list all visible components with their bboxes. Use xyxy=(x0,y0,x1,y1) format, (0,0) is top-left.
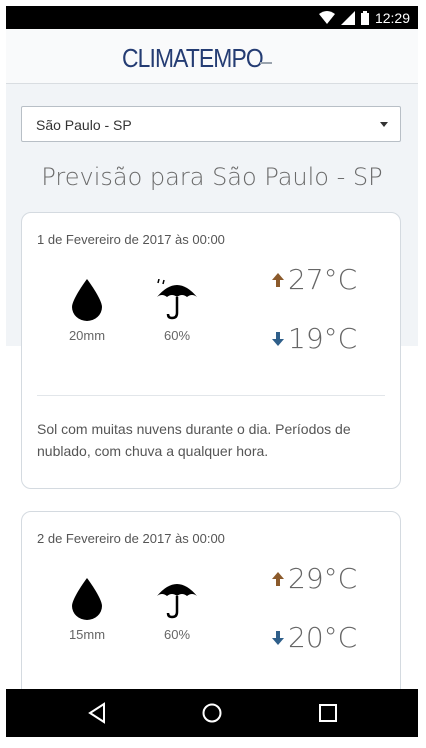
temp-max-value: 27°C xyxy=(288,263,358,296)
logo-accent xyxy=(260,62,272,64)
rain-probability-metric: 60% xyxy=(147,278,207,343)
status-bar: 12:29 xyxy=(6,6,418,29)
climatempo-logo[interactable]: CLIMATEMPO xyxy=(122,43,264,74)
forecast-date: 2 de Fevereiro de 2017 às 00:00 xyxy=(37,531,225,546)
wifi-icon xyxy=(318,10,335,24)
arrow-down-icon xyxy=(272,630,284,645)
forecast-card: 1 de Fevereiro de 2017 às 00:00 20mm 60%… xyxy=(21,212,401,489)
rain-metric: 15mm xyxy=(57,578,117,642)
home-icon[interactable] xyxy=(200,701,224,725)
raindrop-icon xyxy=(72,279,102,321)
signal-icon xyxy=(340,10,355,25)
temp-max: 29°C xyxy=(272,562,357,595)
page-title: Previsão para São Paulo - SP xyxy=(41,163,383,191)
temp-min: 20°C xyxy=(272,621,357,654)
umbrella-icon xyxy=(157,584,197,619)
umbrella-icon xyxy=(157,278,197,320)
rain-probability: 60% xyxy=(163,328,191,343)
status-time: 12:29 xyxy=(374,9,410,26)
caret-down-icon xyxy=(380,122,388,127)
battery-icon xyxy=(360,10,369,25)
rain-amount: 20mm xyxy=(68,328,106,343)
arrow-up-icon xyxy=(272,571,284,586)
temp-min: 19°C xyxy=(272,322,357,355)
forecast-date: 1 de Fevereiro de 2017 às 00:00 xyxy=(37,232,225,247)
temp-max-value: 29°C xyxy=(288,562,358,595)
forecast-description: Sol com muitas nuvens durante o dia. Per… xyxy=(37,421,351,459)
app-header: CLIMATEMPO xyxy=(6,29,418,84)
rain-metric: 20mm xyxy=(57,279,117,343)
temp-min-value: 19°C xyxy=(288,322,358,355)
rain-probability: 60% xyxy=(163,627,191,642)
android-nav-bar xyxy=(6,689,418,737)
back-icon[interactable] xyxy=(86,701,110,725)
status-icons: 12:29 xyxy=(318,9,410,26)
recents-icon[interactable] xyxy=(316,701,340,725)
arrow-up-icon xyxy=(272,272,284,287)
temp-min-value: 20°C xyxy=(288,621,358,654)
device-screen: 12:29 CLIMATEMPO São Paulo - SP Previsão… xyxy=(6,6,418,737)
rain-probability-metric: 60% xyxy=(147,578,207,642)
location-select[interactable]: São Paulo - SP xyxy=(21,106,401,142)
rain-amount: 15mm xyxy=(68,627,106,642)
arrow-down-icon xyxy=(272,331,284,346)
card-divider xyxy=(37,395,385,396)
location-select-value: São Paulo - SP xyxy=(36,117,132,133)
raindrop-icon xyxy=(72,578,102,620)
temp-max: 27°C xyxy=(272,263,357,296)
